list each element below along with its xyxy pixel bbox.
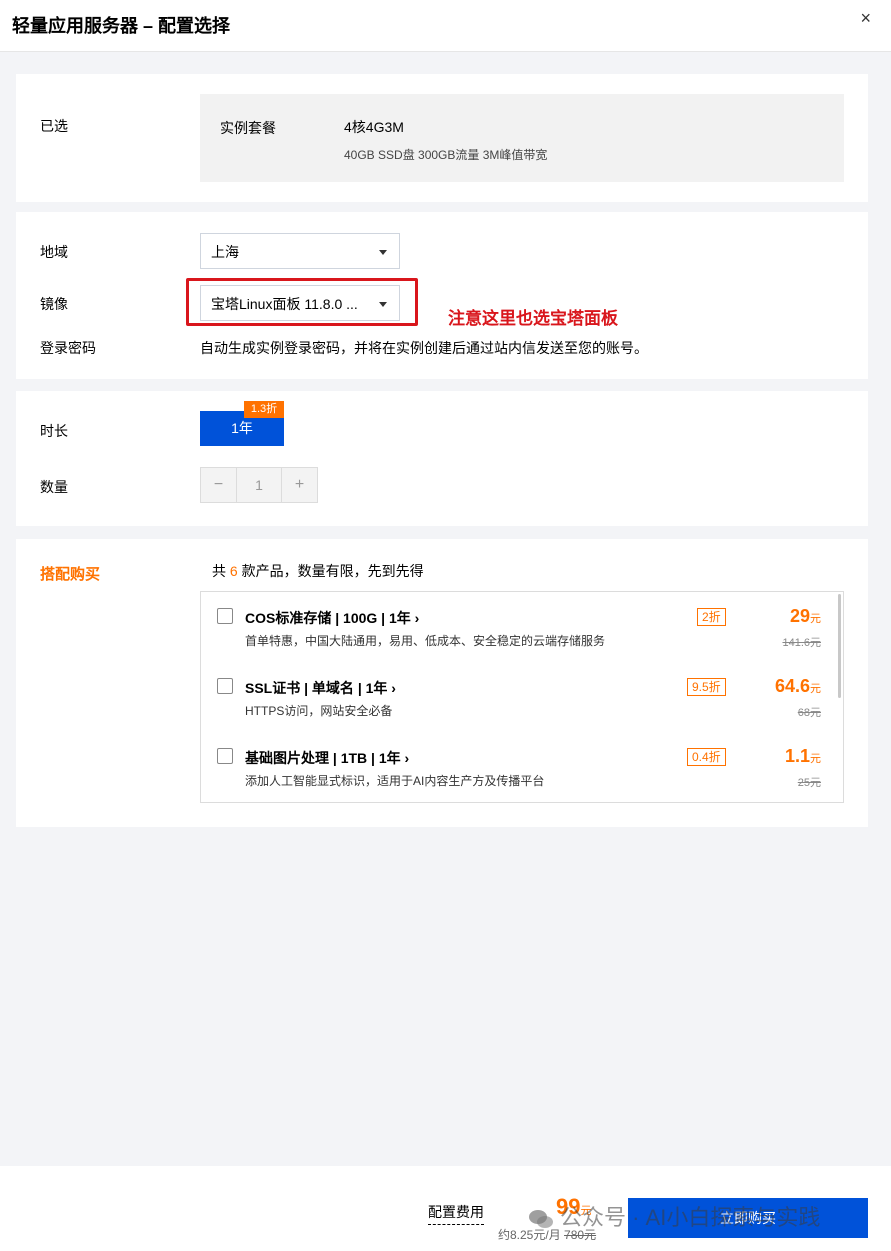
item-desc: 首单特惠，中国大陆通用，易用、低成本、安全稳定的云端存储服务	[245, 634, 606, 648]
item-name-link[interactable]: 基础图片处理 | 1TB | 1年 ›	[245, 748, 409, 768]
image-label: 镜像	[40, 296, 68, 312]
bundle-info-prefix: 共	[212, 563, 226, 579]
item-desc: 添加人工智能显式标识，适用于AI内容生产方及传播平台	[245, 774, 545, 788]
selected-label: 已选	[40, 118, 68, 134]
price-unit: 元	[810, 753, 821, 765]
item-original-price: 68元	[797, 707, 821, 719]
selected-package-box: 实例套餐 4核4G3M 40GB SSD盘 300GB流量 3M峰值带宽	[200, 94, 844, 182]
item-name-link[interactable]: SSL证书 | 单域名 | 1年 ›	[245, 678, 396, 698]
item-checkbox[interactable]	[217, 608, 233, 624]
item-discount-tag: 2折	[697, 608, 726, 626]
watermark: 公众号 · AI小白探索与实践	[528, 1200, 820, 1232]
price-value: 1.1	[784, 746, 810, 766]
item-checkbox[interactable]	[217, 678, 233, 694]
item-price: 1.1元	[785, 746, 821, 767]
item-original-price: 25元	[797, 777, 821, 789]
chevron-down-icon	[379, 250, 387, 255]
dialog-title: 轻量应用服务器 – 配置选择	[12, 16, 231, 36]
bundle-list[interactable]: COS标准存储 | 100G | 1年 › 首单特惠，中国大陆通用，易用、低成本…	[200, 591, 844, 803]
password-label: 登录密码	[40, 340, 96, 356]
highlight-box	[186, 278, 418, 326]
config-section: 地域 上海 镜像 宝塔Linux面板 11.8.0 ... 注意这里也选宝塔面板…	[16, 212, 868, 379]
item-name-link[interactable]: COS标准存储 | 100G | 1年 ›	[245, 608, 419, 628]
item-checkbox[interactable]	[217, 748, 233, 764]
dialog-header: 轻量应用服务器 – 配置选择 ×	[0, 0, 891, 52]
price-value: 29	[789, 606, 810, 626]
quantity-input[interactable]: 1	[236, 468, 282, 502]
duration-section: 时长 1年 1.3折 数量 − 1 +	[16, 391, 868, 526]
selected-section: 已选 实例套餐 4核4G3M 40GB SSD盘 300GB流量 3M峰值带宽	[16, 74, 868, 202]
price-unit: 元	[810, 613, 821, 625]
region-label: 地域	[40, 244, 68, 260]
package-value: 4核4G3M	[344, 119, 404, 135]
duration-label: 时长	[40, 423, 68, 439]
close-icon[interactable]: ×	[860, 8, 871, 29]
price-value: 64.6	[774, 676, 810, 696]
footer-bar: 配置费用 99元 约8.25元/月 780元 立即购买 公众号 · AI小白探索…	[0, 1166, 891, 1251]
list-item: 基础图片处理 | 1TB | 1年 › 添加人工智能显式标识，适用于AI内容生产…	[201, 732, 841, 792]
item-discount-tag: 0.4折	[687, 748, 726, 766]
watermark-text: 公众号 · AI小白探索与实践	[560, 1205, 821, 1230]
item-desc: HTTPS访问，网站安全必备	[245, 704, 393, 718]
quantity-stepper: − 1 +	[200, 467, 318, 503]
region-value: 上海	[211, 244, 239, 260]
bundle-info: 共 6 款产品，数量有限，先到先得	[212, 561, 424, 581]
password-text: 自动生成实例登录密码，并将在实例创建后通过站内信发送至您的账号。	[200, 340, 648, 356]
minus-icon[interactable]: −	[201, 468, 236, 502]
quantity-label: 数量	[40, 479, 68, 495]
price-unit: 元	[810, 683, 821, 695]
annotation-note: 注意这里也选宝塔面板	[448, 309, 618, 328]
package-detail: 40GB SSD盘 300GB流量 3M峰值带宽	[344, 148, 548, 162]
bundle-section: 搭配购买 共 6 款产品，数量有限，先到先得 COS标准存储 | 100G | …	[16, 539, 868, 827]
list-item: COS标准存储 | 100G | 1年 › 首单特惠，中国大陆通用，易用、低成本…	[201, 592, 841, 652]
bundle-count: 6	[229, 563, 238, 579]
item-price: 64.6元	[775, 676, 821, 697]
discount-badge: 1.3折	[244, 401, 284, 418]
bundle-info-suffix: 款产品，数量有限，先到先得	[241, 563, 424, 579]
region-select[interactable]: 上海	[200, 233, 400, 269]
wechat-icon	[529, 1210, 553, 1229]
item-original-price: 141.6元	[782, 637, 821, 649]
bundle-label: 搭配购买	[40, 566, 101, 583]
item-price: 29元	[790, 606, 821, 627]
item-discount-tag: 9.5折	[687, 678, 726, 696]
list-item: SSL证书 | 单域名 | 1年 › HTTPS访问，网站安全必备 9.5折 6…	[201, 662, 841, 722]
plus-icon[interactable]: +	[282, 468, 317, 502]
config-fee-label[interactable]: 配置费用	[428, 1202, 484, 1225]
package-key: 实例套餐	[220, 120, 276, 136]
